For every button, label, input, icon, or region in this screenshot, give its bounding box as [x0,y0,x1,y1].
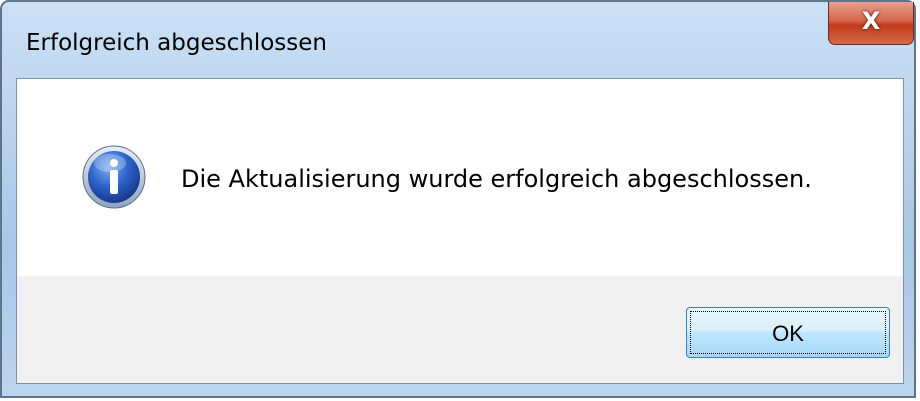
message-text: Die Aktualisierung wurde erfolgreich abg… [181,165,812,193]
close-button[interactable]: X [828,2,914,45]
close-icon: X [861,7,881,35]
message-area: Die Aktualisierung wurde erfolgreich abg… [17,79,903,276]
ok-button[interactable]: OK [686,307,890,358]
ok-button-label: OK [772,321,804,346]
message-dialog: Erfolgreich abgeschlossen X Die Aktualis… [0,0,916,398]
window-title: Erfolgreich abgeschlossen [26,30,327,56]
title-bar[interactable]: Erfolgreich abgeschlossen X [2,2,914,78]
button-area: OK [17,276,903,383]
dialog-client-area: Die Aktualisierung wurde erfolgreich abg… [16,78,904,384]
info-icon [82,145,146,209]
